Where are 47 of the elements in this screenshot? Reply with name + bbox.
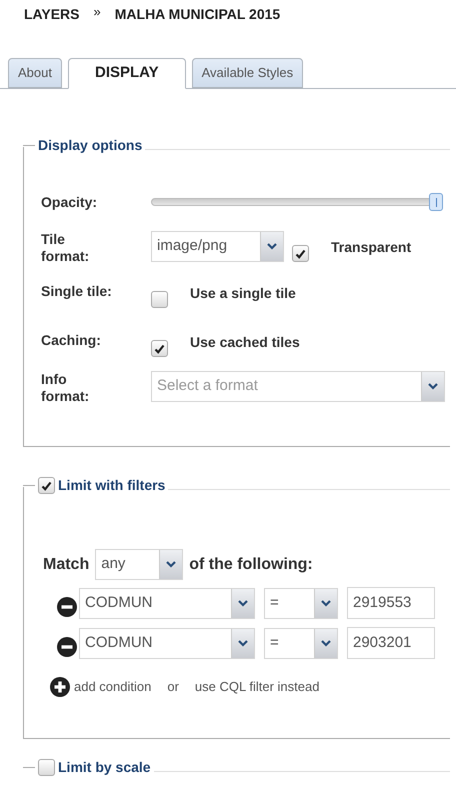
field-label: Single tile:: [41, 283, 113, 300]
remove-icon[interactable]: [57, 637, 77, 657]
add-condition-link[interactable]: add condition: [74, 677, 152, 697]
field-select[interactable]: CODMUN: [79, 588, 255, 618]
field-label: Info format:: [41, 371, 90, 405]
field-label: Opacity:: [41, 194, 98, 210]
check-icon: [295, 248, 306, 258]
checkbox[interactable]: [151, 291, 168, 308]
checkbox-label: Use cached tiles: [190, 333, 300, 352]
cql-filter-link[interactable]: use CQL filter instead: [194, 677, 320, 697]
breadcrumb-link[interactable]: LAYERS: [24, 4, 80, 24]
tab[interactable]: About: [8, 58, 62, 88]
match-label: Match: [43, 554, 90, 574]
checkbox[interactable]: [292, 245, 309, 262]
tab[interactable]: DISPLAY: [68, 58, 186, 89]
chevron-down-icon: [238, 600, 248, 606]
checkbox[interactable]: [38, 759, 55, 776]
checkbox-label: Use a single tile: [190, 284, 296, 303]
value-field[interactable]: 2903201: [347, 627, 435, 659]
chevron-down-icon: [238, 640, 248, 646]
opacity-slider[interactable]: [151, 193, 443, 211]
breadcrumb-separator: »: [94, 3, 101, 22]
or-text: or: [167, 678, 179, 696]
field-select[interactable]: CODMUN: [79, 628, 255, 658]
checkbox[interactable]: [38, 477, 55, 494]
check-icon: [154, 344, 165, 354]
breadcrumb-current: MALHA MUNICIPAL 2015: [114, 4, 280, 24]
field-label: Caching:: [41, 332, 102, 349]
chevron-down-icon: [321, 640, 331, 646]
operator-select[interactable]: =: [264, 628, 338, 658]
match-select[interactable]: any: [95, 549, 184, 580]
match-suffix: of the following:: [189, 554, 313, 574]
remove-icon[interactable]: [57, 597, 77, 617]
chevron-down-icon: [321, 600, 331, 606]
checkbox[interactable]: [151, 340, 168, 357]
tile-format-select[interactable]: image/png: [151, 231, 284, 262]
field-label: Tile format:: [41, 231, 90, 265]
add-icon[interactable]: [50, 677, 70, 697]
slider-thumb[interactable]: [429, 193, 443, 211]
operator-select[interactable]: =: [264, 588, 338, 618]
value-field[interactable]: 2919553: [347, 587, 435, 619]
checkbox-label: Transparent: [331, 238, 412, 257]
chevron-down-icon: [428, 383, 438, 390]
check-icon: [41, 480, 52, 490]
tab[interactable]: Available Styles: [192, 58, 304, 88]
chevron-down-icon: [166, 561, 176, 568]
chevron-down-icon: [267, 243, 277, 250]
